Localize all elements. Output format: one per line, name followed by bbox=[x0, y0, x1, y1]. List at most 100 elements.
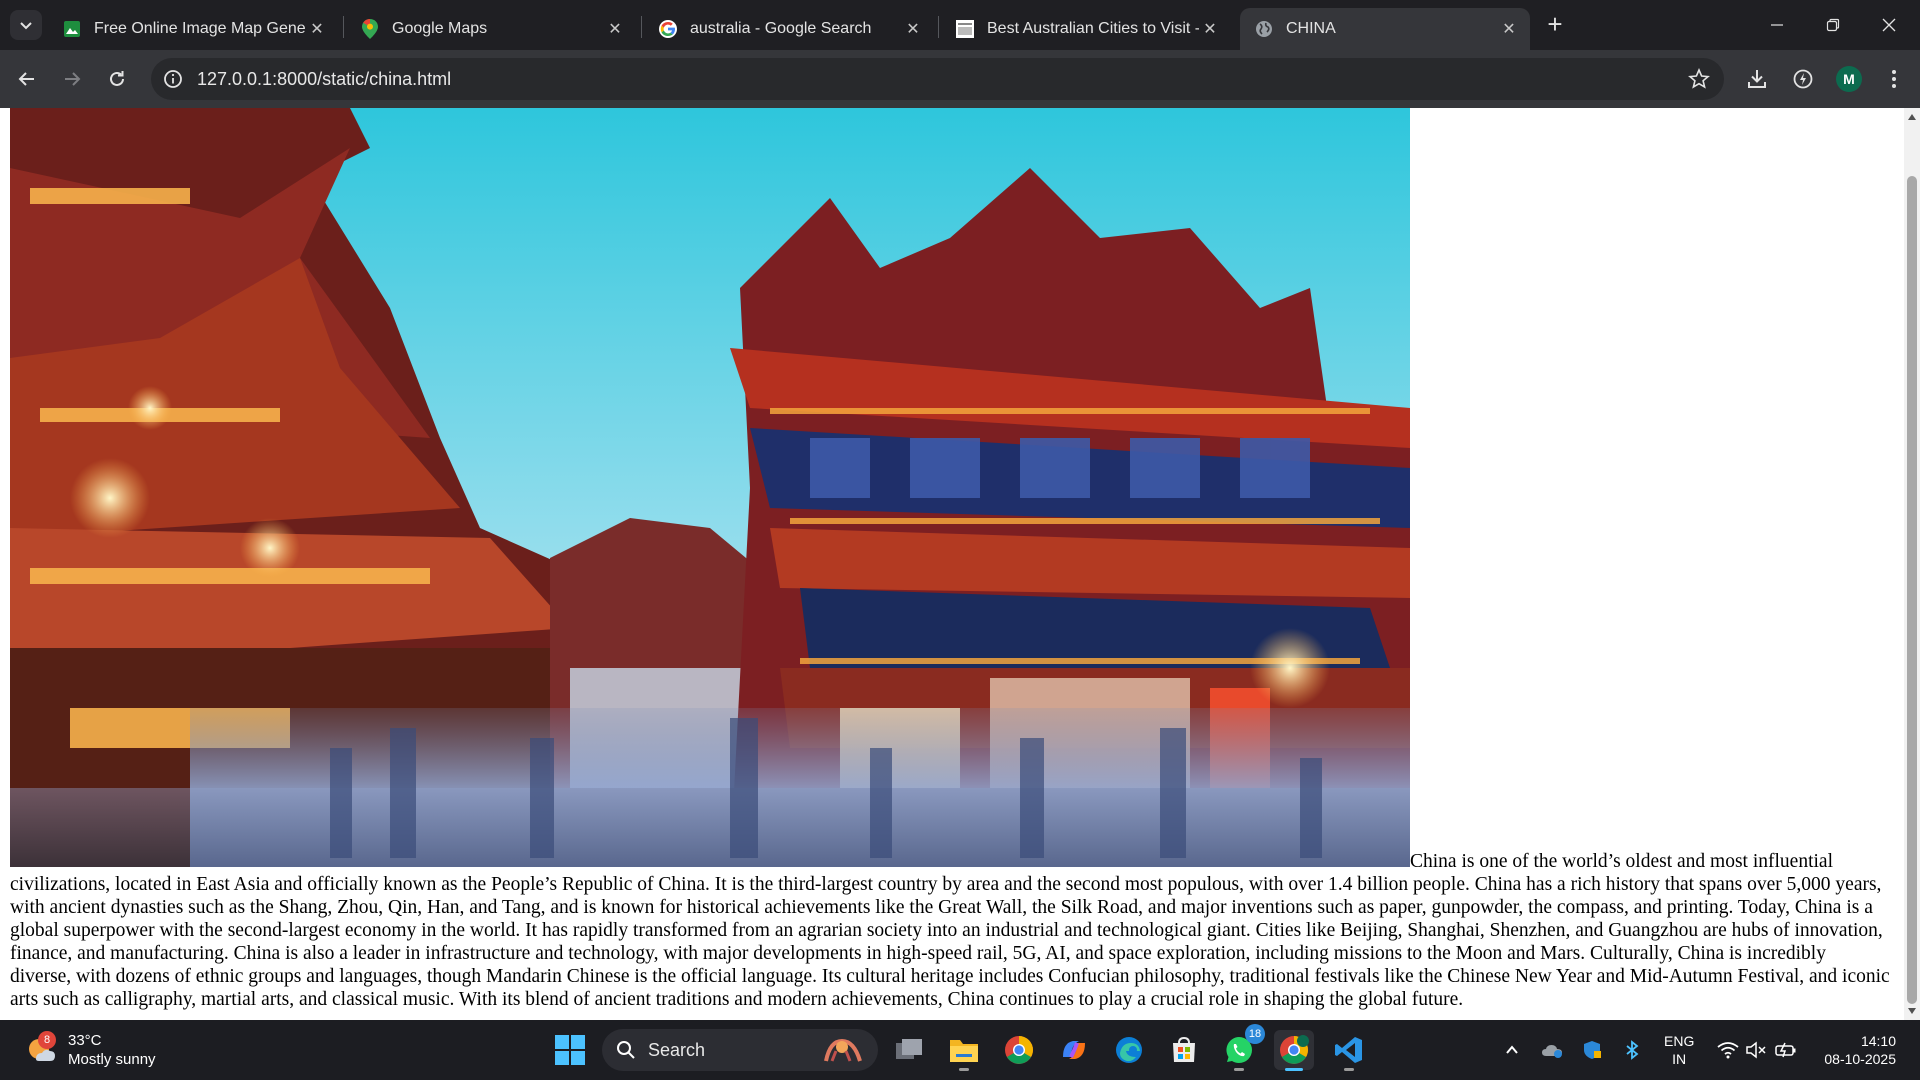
onedrive-tray[interactable] bbox=[1540, 1038, 1564, 1062]
sun-cloud-icon: 8 bbox=[24, 1031, 58, 1067]
shield-icon bbox=[1584, 1041, 1601, 1059]
download-icon bbox=[1748, 70, 1766, 88]
downloads-button[interactable] bbox=[1743, 65, 1771, 93]
wifi-tray[interactable] bbox=[1716, 1038, 1740, 1062]
weather-badge: 8 bbox=[38, 1031, 56, 1049]
tab-google-maps[interactable]: Google Maps ✕ bbox=[346, 8, 636, 50]
scrollbar-thumb[interactable] bbox=[1907, 176, 1917, 1004]
show-hidden-icons-button[interactable] bbox=[1500, 1038, 1524, 1062]
scroll-down-arrow-icon[interactable] bbox=[1907, 1006, 1917, 1016]
address-bar[interactable]: 127.0.0.1:8000/static/china.html bbox=[151, 58, 1724, 100]
copilot-icon bbox=[1063, 1041, 1085, 1059]
volume-tray[interactable] bbox=[1744, 1038, 1768, 1062]
address-url[interactable]: 127.0.0.1:8000/static/china.html bbox=[197, 69, 451, 90]
microsoft-store-app[interactable] bbox=[1164, 1030, 1204, 1070]
active-indicator bbox=[1285, 1068, 1303, 1071]
minimize-button[interactable] bbox=[1754, 0, 1800, 50]
task-view-icon bbox=[896, 1039, 922, 1059]
scroll-up-arrow-icon[interactable] bbox=[1907, 112, 1917, 122]
close-icon bbox=[1882, 18, 1896, 32]
chevron-down-icon bbox=[20, 22, 32, 30]
bluetooth-icon bbox=[1626, 1040, 1639, 1060]
region-code: IN bbox=[1672, 1051, 1687, 1067]
vscode-icon bbox=[1335, 1037, 1362, 1063]
tab-image-map-generator[interactable]: Free Online Image Map Genera ✕ bbox=[48, 8, 338, 50]
back-button[interactable] bbox=[11, 63, 43, 95]
chrome-profile-app[interactable] bbox=[1274, 1030, 1314, 1071]
minimize-icon bbox=[1771, 24, 1783, 26]
defender-tray[interactable] bbox=[1580, 1038, 1604, 1062]
menu-button[interactable] bbox=[1880, 65, 1908, 93]
close-window-button[interactable] bbox=[1866, 0, 1912, 50]
tab-best-australian-cities[interactable]: Best Australian Cities to Visit - E ✕ bbox=[941, 8, 1231, 50]
windows-taskbar: 8 33°C Mostly sunny Search 18 ENG IN 14:… bbox=[0, 1020, 1920, 1080]
copilot-app[interactable] bbox=[1054, 1030, 1094, 1070]
site-info-icon[interactable] bbox=[163, 69, 183, 89]
windows-logo-icon bbox=[555, 1035, 585, 1065]
tab-australia-google-search[interactable]: australia - Google Search ✕ bbox=[644, 8, 934, 50]
close-icon[interactable]: ✕ bbox=[604, 18, 626, 40]
chrome-app[interactable] bbox=[999, 1030, 1039, 1070]
image-map-generator-favicon bbox=[62, 19, 82, 39]
arrow-right-icon bbox=[65, 72, 81, 86]
globe-favicon bbox=[1254, 19, 1274, 39]
page-body: China is one of the world’s oldest and m… bbox=[10, 108, 1890, 1011]
extensions-button[interactable] bbox=[1789, 65, 1817, 93]
folder-icon bbox=[950, 1040, 978, 1062]
running-indicator bbox=[1234, 1068, 1244, 1071]
input-language[interactable]: ENG IN bbox=[1664, 1032, 1694, 1068]
start-button[interactable] bbox=[553, 1033, 587, 1067]
close-icon[interactable]: ✕ bbox=[306, 18, 328, 40]
site-favicon bbox=[955, 19, 975, 39]
language-code: ENG bbox=[1664, 1033, 1695, 1049]
china-description: China is one of the world’s oldest and m… bbox=[10, 851, 1890, 1010]
page-scrollbar[interactable] bbox=[1904, 108, 1920, 1020]
google-maps-favicon bbox=[360, 19, 380, 39]
tab-title: Best Australian Cities to Visit - E bbox=[987, 20, 1199, 37]
reload-icon bbox=[110, 71, 124, 86]
tab-search-button[interactable] bbox=[10, 10, 42, 40]
tab-title: australia - Google Search bbox=[690, 20, 872, 37]
chrome-icon bbox=[1005, 1036, 1033, 1064]
system-clock[interactable]: 14:10 08-10-2025 bbox=[1812, 1032, 1896, 1068]
running-indicator bbox=[959, 1068, 969, 1071]
reload-button[interactable] bbox=[101, 63, 133, 95]
whatsapp-app[interactable]: 18 bbox=[1219, 1024, 1265, 1071]
bookmark-star-icon[interactable] bbox=[1688, 68, 1710, 90]
tab-separator bbox=[641, 16, 642, 38]
tab-title: Google Maps bbox=[392, 20, 488, 37]
store-icon bbox=[1173, 1036, 1195, 1062]
tab-title: Free Online Image Map Genera bbox=[94, 20, 306, 37]
vscode-app[interactable] bbox=[1329, 1030, 1369, 1071]
weather-temperature: 33°C bbox=[68, 1032, 102, 1049]
battery-tray[interactable] bbox=[1774, 1038, 1798, 1062]
weather-widget[interactable]: 8 33°C Mostly sunny bbox=[24, 1028, 156, 1072]
restore-button[interactable] bbox=[1810, 0, 1856, 50]
arrow-left-icon bbox=[18, 72, 34, 86]
task-view-app[interactable] bbox=[889, 1030, 929, 1070]
tab-separator bbox=[938, 16, 939, 38]
tab-title: CHINA bbox=[1286, 20, 1336, 37]
china-temple-photo bbox=[10, 108, 1410, 867]
clock-date: 08-10-2025 bbox=[1824, 1051, 1896, 1067]
browser-toolbar: 127.0.0.1:8000/static/china.html M bbox=[0, 50, 1920, 108]
onedrive-icon bbox=[1542, 1045, 1562, 1058]
close-icon[interactable]: ✕ bbox=[1199, 18, 1221, 40]
volume-muted-icon bbox=[1746, 1041, 1766, 1059]
tab-china[interactable]: CHINA ✕ bbox=[1240, 8, 1530, 50]
new-tab-button[interactable]: + bbox=[1541, 11, 1569, 39]
file-explorer-app[interactable] bbox=[944, 1030, 984, 1071]
taskbar-search[interactable]: Search bbox=[602, 1029, 878, 1071]
bluetooth-tray[interactable] bbox=[1620, 1038, 1644, 1062]
edge-app[interactable] bbox=[1109, 1030, 1149, 1070]
close-icon[interactable]: ✕ bbox=[1498, 18, 1520, 40]
close-icon[interactable]: ✕ bbox=[902, 18, 924, 40]
forward-button[interactable] bbox=[56, 63, 88, 95]
weather-description: Mostly sunny bbox=[68, 1051, 156, 1068]
chevron-up-icon bbox=[1506, 1045, 1518, 1054]
performance-icon bbox=[1793, 69, 1813, 89]
profile-avatar[interactable]: M bbox=[1836, 66, 1862, 92]
search-highlight-icon bbox=[824, 1038, 862, 1062]
battery-charging-icon bbox=[1775, 1042, 1796, 1058]
wifi-icon bbox=[1717, 1042, 1739, 1059]
